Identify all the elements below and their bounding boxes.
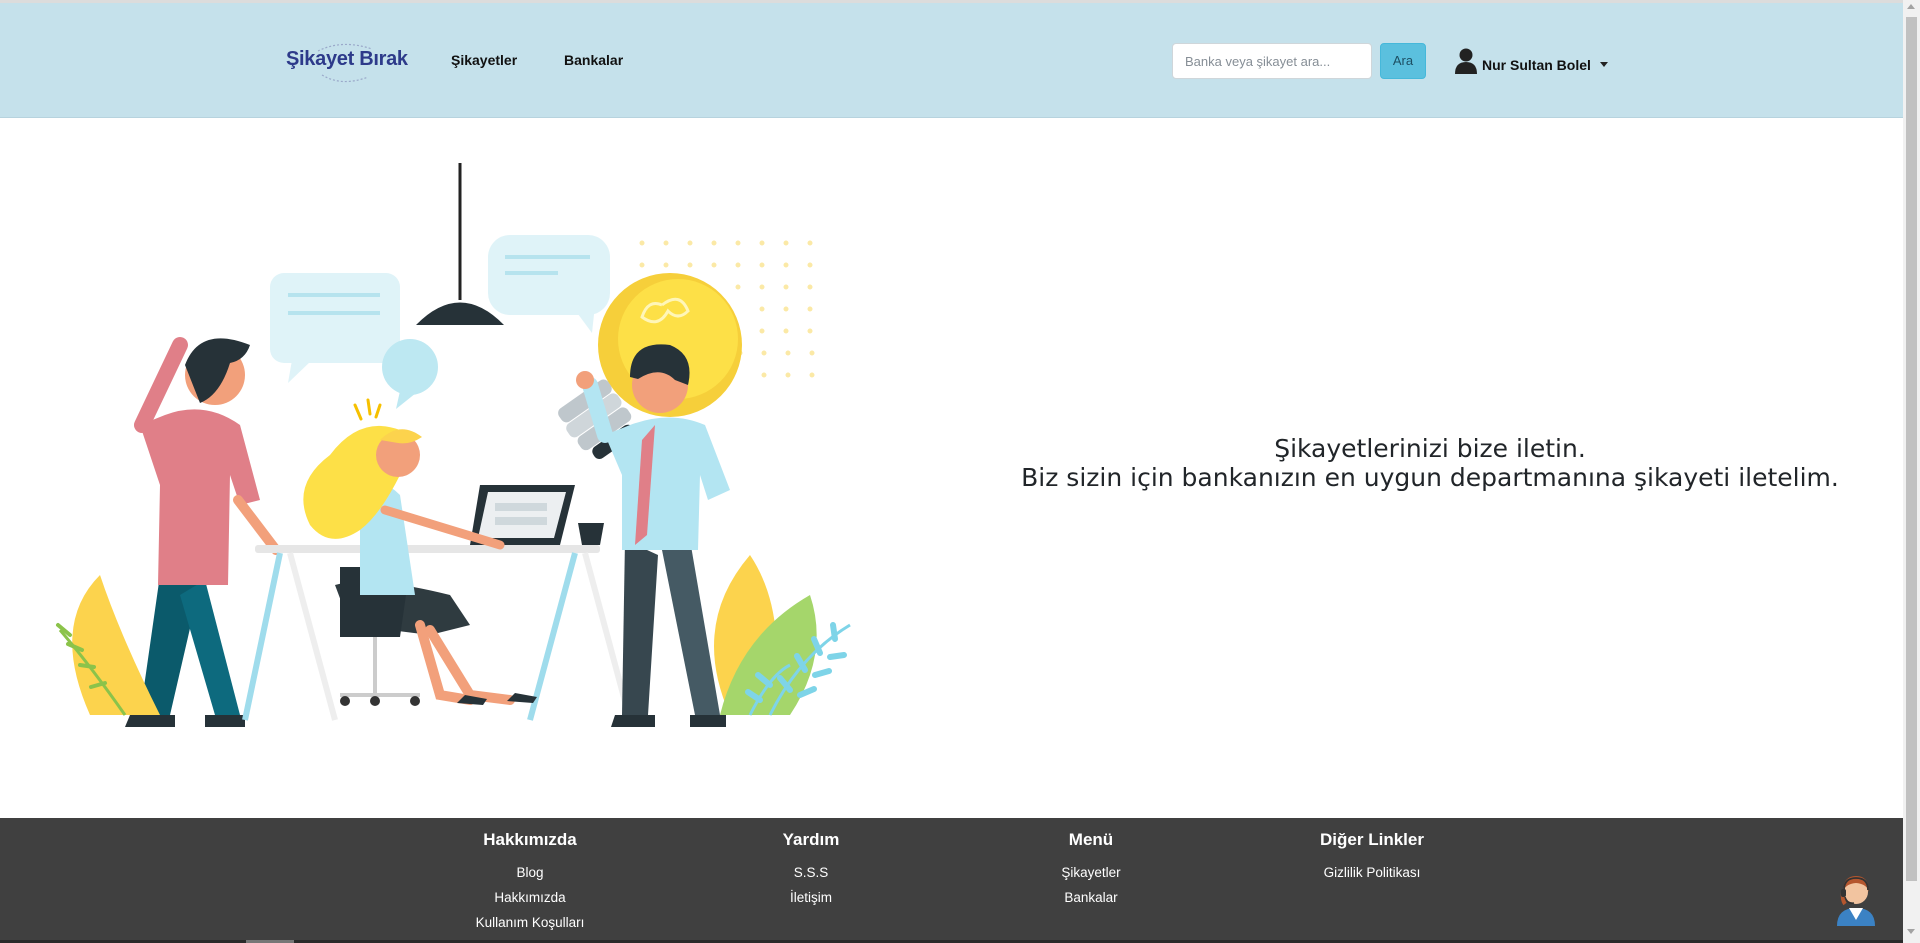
footer-column-title: Menü (1068, 830, 1114, 849)
footer-link-complaints[interactable]: Şikayetler (971, 860, 1211, 885)
support-agent-icon[interactable] (1833, 870, 1879, 926)
scroll-up-arrow-icon[interactable] (1907, 4, 1915, 9)
footer-link-faq[interactable]: S.S.S (691, 860, 931, 885)
search-input[interactable] (1172, 43, 1372, 79)
user-icon (1455, 48, 1477, 74)
hero-line-2: Biz sizin için bankanızın en uygun depar… (1021, 463, 1839, 492)
footer-column-title: Diğer Linkler (1320, 830, 1424, 849)
page: Şikayet Bırak Şikayetler Bankalar Ara Nu… (0, 0, 1903, 943)
footer-link-terms[interactable]: Kullanım Koşulları (410, 910, 650, 935)
footer-column-other-links: Diğer Linkler Gizlilik Politikası (1252, 828, 1492, 885)
footer-link-about[interactable]: Hakkımızda (410, 885, 650, 910)
scroll-thumb[interactable] (1906, 17, 1917, 881)
footer-link-contact[interactable]: İletişim (691, 885, 931, 910)
footer-column-about: Hakkımızda Blog Hakkımızda Kullanım Koşu… (410, 828, 650, 935)
footer-column-title: Yardım (782, 830, 840, 849)
site-footer: Hakkımızda Blog Hakkımızda Kullanım Koşu… (0, 818, 1903, 943)
nav-link-complaints[interactable]: Şikayetler (451, 52, 517, 68)
footer-link-blog[interactable]: Blog (410, 860, 650, 885)
chevron-down-icon (1599, 61, 1608, 67)
footer-link-privacy[interactable]: Gizlilik Politikası (1252, 860, 1492, 885)
site-logo[interactable]: Şikayet Bırak (282, 41, 422, 85)
team-working-illustration (56, 163, 851, 727)
footer-column-help: Yardım S.S.S İletişim (691, 828, 931, 910)
logo-text: Şikayet Bırak (286, 48, 408, 70)
hero-message: Şikayetlerinizi bize iletin. Biz sizin i… (1000, 434, 1860, 492)
footer-column-menu: Menü Şikayetler Bankalar (971, 828, 1211, 910)
vertical-scrollbar[interactable] (1903, 0, 1920, 943)
site-header: Şikayet Bırak Şikayetler Bankalar Ara Nu… (0, 3, 1903, 118)
search-button[interactable]: Ara (1380, 43, 1426, 79)
footer-column-title: Hakkımızda (483, 830, 577, 849)
footer-link-banks[interactable]: Bankalar (971, 885, 1211, 910)
nav-link-banks[interactable]: Bankalar (564, 52, 623, 68)
scroll-down-arrow-icon[interactable] (1907, 929, 1915, 934)
hero-line-1: Şikayetlerinizi bize iletin. (1274, 434, 1586, 463)
user-menu-dropdown[interactable]: Nur Sultan Bolel (1455, 46, 1608, 76)
user-name: Nur Sultan Bolel (1482, 57, 1591, 73)
